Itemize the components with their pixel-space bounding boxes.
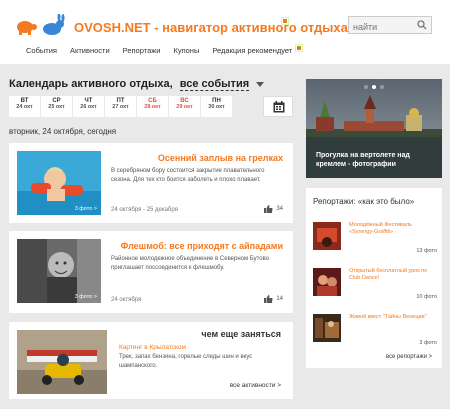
- calendar-title-text: Календарь активного отдыха,: [9, 78, 173, 90]
- event-dates: 24 октября: [111, 297, 142, 303]
- like-button[interactable]: 14: [264, 295, 283, 303]
- event-description: В серебряном бору состоится закрытие пла…: [111, 168, 265, 183]
- nav-item-coupons[interactable]: Купоны: [173, 46, 199, 55]
- calendar-day[interactable]: ПН 30 окт: [201, 96, 232, 117]
- today-date: вторник, 24 октября, сегодня: [9, 127, 117, 136]
- title-separator: -: [154, 20, 159, 35]
- calendar-day[interactable]: ПТ 27 окт: [105, 96, 136, 117]
- report-thumbnail[interactable]: [313, 222, 341, 250]
- flag-icon: [295, 44, 303, 52]
- turtle-logo-icon[interactable]: [14, 18, 38, 36]
- all-reports-link[interactable]: все репортажи >: [386, 354, 432, 360]
- report-photo-count: 3 фото: [419, 340, 437, 346]
- report-item[interactable]: Живой квест "Тайны Венеции" 3 фото: [313, 314, 437, 346]
- site-domain: OVOSH.NET: [74, 20, 151, 35]
- carousel-dot[interactable]: [380, 85, 384, 89]
- photo-count-link[interactable]: 3 фото >: [75, 206, 97, 212]
- nav-item-reports[interactable]: Репортажи: [123, 46, 161, 55]
- day-date: 28 окт: [144, 104, 161, 110]
- report-thumbnail[interactable]: [313, 314, 341, 342]
- reports-panel: Репортажи: «как это было» Молодёжный Фес…: [306, 188, 442, 368]
- day-date: 29 окт: [176, 104, 193, 110]
- calendar-day[interactable]: ЧТ 26 окт: [73, 96, 104, 117]
- calendar-day[interactable]: СР 25 окт: [41, 96, 72, 117]
- carousel-dots: [364, 85, 384, 89]
- day-date: 26 окт: [80, 104, 97, 110]
- calendar-day-weekend[interactable]: ВС 29 окт: [169, 96, 200, 117]
- nav-item-events[interactable]: События: [26, 46, 57, 55]
- search-input[interactable]: [349, 19, 415, 35]
- nav-item-activities[interactable]: Активности: [70, 46, 110, 55]
- day-date: 24 окт: [16, 104, 33, 110]
- event-title[interactable]: Флешмоб: все приходят с айпадами: [121, 241, 283, 251]
- report-item[interactable]: Открытый бесплатный урок по Club Dance! …: [313, 268, 437, 300]
- banner-caption[interactable]: Прогулка на вертолете над кремлем - фото…: [316, 151, 426, 169]
- event-card[interactable]: 3 фото > Флешмоб: все приходят с айпадам…: [9, 231, 293, 313]
- like-button[interactable]: 34: [264, 205, 283, 213]
- search-box: [348, 16, 432, 35]
- like-count: 34: [276, 206, 283, 212]
- rabbit-logo-icon[interactable]: [40, 14, 66, 36]
- all-activities-link[interactable]: все активности >: [230, 382, 281, 389]
- more-activities-card: чем еще заняться Картинг в Крылатском Тр…: [9, 322, 293, 399]
- more-activities-title: чем еще заняться: [201, 329, 281, 339]
- report-photo-count: 10 фото: [416, 294, 437, 300]
- report-link[interactable]: Молодёжный Фестиваль «Synergy-Graffiti»: [349, 222, 433, 236]
- calendar-days: ВТ 24 окт СР 25 окт ЧТ 26 окт ПТ 27 окт СБ 28…: [9, 96, 233, 117]
- event-title[interactable]: Осенний заплыв на грелках: [158, 153, 283, 163]
- photo-count-link[interactable]: 3 фото >: [75, 294, 97, 300]
- site-title[interactable]: OVOSH.NET - навигатор активного отдыха: [74, 20, 348, 35]
- activity-thumbnail[interactable]: [17, 330, 107, 394]
- calendar-day-weekend[interactable]: СБ 28 окт: [137, 96, 168, 117]
- calendar-picker-button[interactable]: [263, 96, 293, 117]
- event-card[interactable]: 3 фото > Осенний заплыв на грелках В сер…: [9, 143, 293, 223]
- day-date: 25 окт: [48, 104, 65, 110]
- report-photo-count: 13 фото: [416, 248, 437, 254]
- like-count: 14: [276, 296, 283, 302]
- reports-title: Репортажи: «как это было»: [313, 197, 415, 206]
- carousel-dot-active[interactable]: [372, 85, 376, 89]
- report-link[interactable]: Живой квест "Тайны Венеции": [349, 314, 433, 321]
- thumbs-up-icon: [264, 295, 273, 303]
- calendar-filter-dropdown[interactable]: все события: [179, 78, 250, 91]
- day-date: 30 окт: [208, 104, 225, 110]
- site-header: OVOSH.NET - навигатор активного отдыха С…: [0, 0, 450, 64]
- event-dates: 24 октября - 25 декабря: [111, 207, 178, 213]
- event-thumbnail[interactable]: 3 фото >: [17, 239, 101, 303]
- calendar-icon: [273, 101, 285, 113]
- event-thumbnail[interactable]: 3 фото >: [17, 151, 101, 215]
- report-item[interactable]: Молодёжный Фестиваль «Synergy-Graffiti» …: [313, 222, 437, 254]
- nav-item-editor-picks[interactable]: Редакция рекомендует: [212, 46, 292, 55]
- activity-link[interactable]: Картинг в Крылатском: [119, 344, 186, 351]
- calendar-day[interactable]: ВТ 24 окт: [9, 96, 40, 117]
- day-date: 27 окт: [112, 104, 129, 110]
- site-tagline: навигатор активного отдыха: [162, 20, 348, 35]
- event-description: Районное молодежное объединение в Северн…: [111, 256, 270, 271]
- featured-banner[interactable]: Прогулка на вертолете над кремлем - фото…: [306, 79, 442, 178]
- carousel-dot[interactable]: [364, 85, 368, 89]
- report-link[interactable]: Открытый бесплатный урок по Club Dance!: [349, 268, 433, 282]
- calendar-title: Календарь активного отдыха, все события: [9, 78, 265, 91]
- search-icon[interactable]: [417, 20, 427, 30]
- chevron-down-icon[interactable]: [256, 81, 265, 87]
- thumbs-up-icon: [264, 205, 273, 213]
- activity-description: Трек, запах бензина, горелые следы шин и…: [119, 354, 253, 369]
- report-thumbnail[interactable]: [313, 268, 341, 296]
- flag-icon: [281, 17, 289, 25]
- main-nav: События Активности Репортажи Купоны Реда…: [26, 46, 305, 55]
